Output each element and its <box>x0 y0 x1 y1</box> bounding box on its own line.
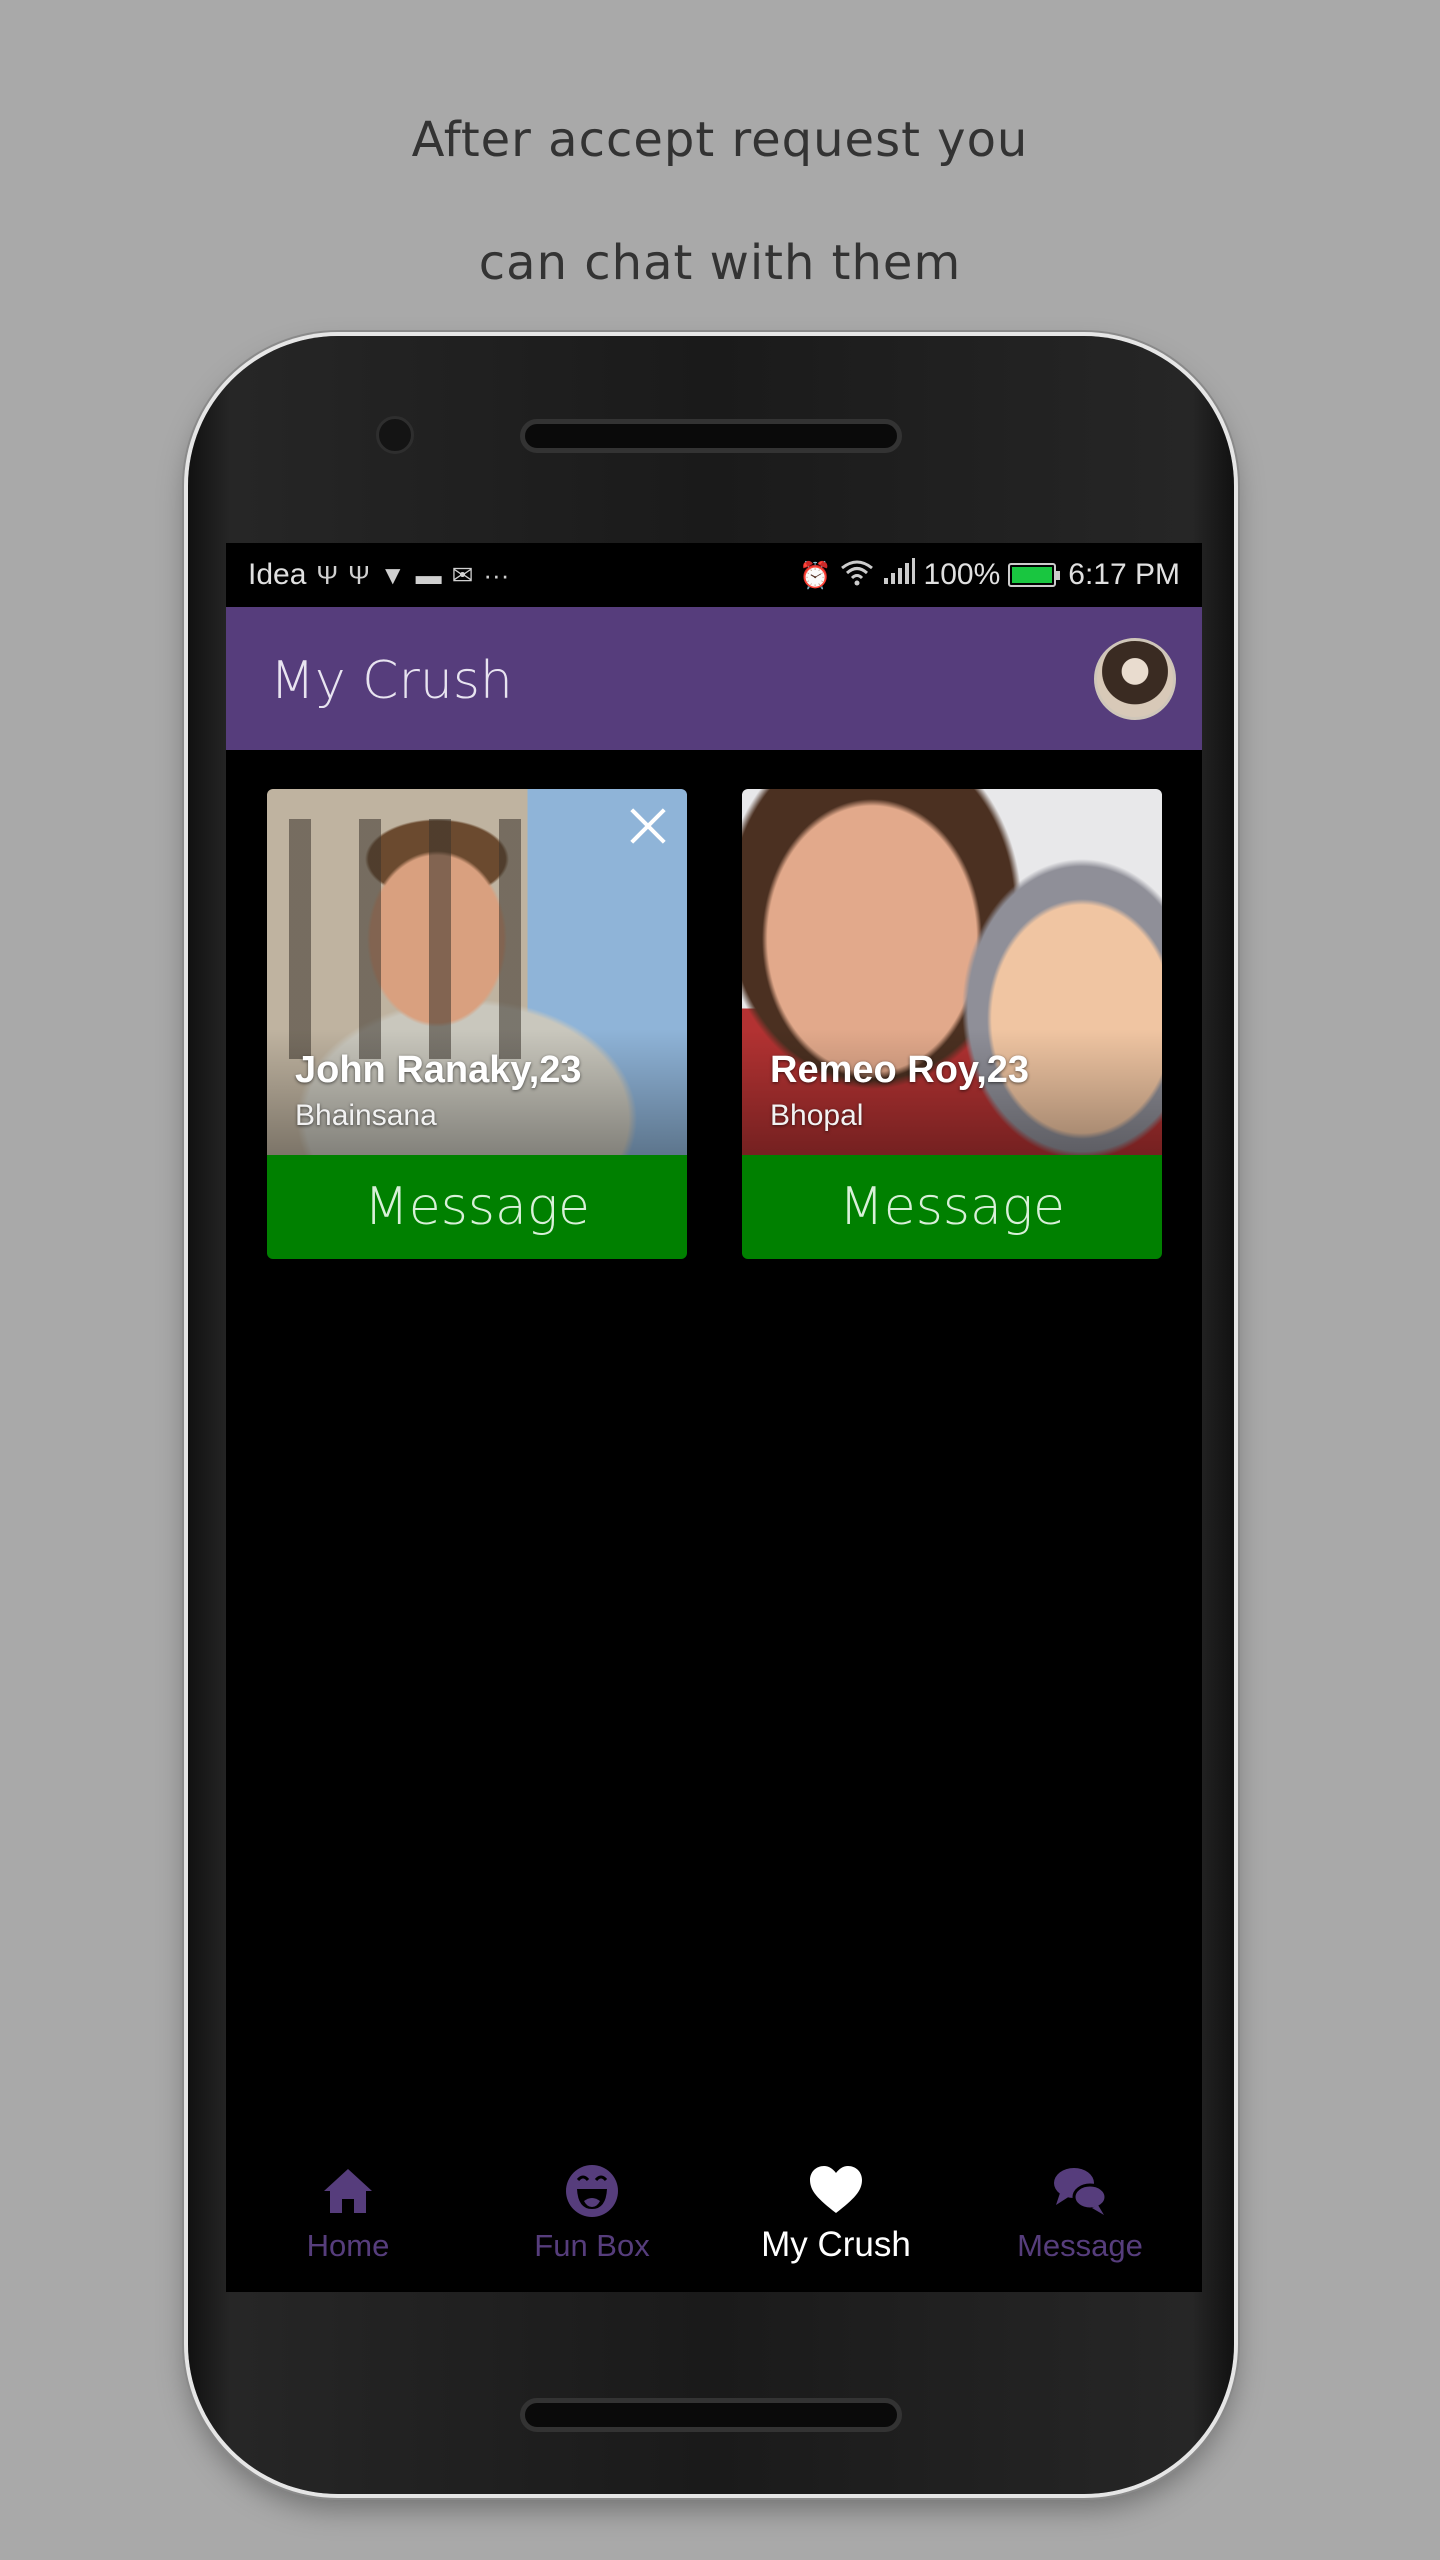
carrier-label: Idea <box>248 558 307 591</box>
nav-item-fun-box[interactable]: Fun Box <box>470 2143 714 2292</box>
nav-label-fun-box: Fun Box <box>534 2228 650 2263</box>
nav-label-my-crush: My Crush <box>761 2225 911 2264</box>
clock: 6:17 PM <box>1068 558 1180 591</box>
nav-item-home[interactable]: Home <box>226 2143 470 2292</box>
crush-name: John Ranaky,23 <box>295 1049 582 1091</box>
bottom-navigation: Home Fun Box My Crush Message <box>226 2143 1202 2292</box>
crush-card[interactable]: Remeo Roy,23 Bhopal Message <box>742 789 1162 1259</box>
heart-icon <box>810 2166 862 2213</box>
close-icon[interactable] <box>623 801 673 851</box>
phone-screen: Idea Ψ Ψ ▼ ▬ ✉ ··· ⏰ 100% 6:17 PM My Cru… <box>226 543 1202 2292</box>
promo-line-1: After accept request you <box>411 112 1029 168</box>
message-button[interactable]: Message <box>742 1155 1162 1259</box>
nav-label-message: Message <box>1017 2228 1143 2263</box>
crush-city: Bhopal <box>770 1099 864 1132</box>
battery-icon <box>1008 563 1061 587</box>
home-icon <box>324 2169 372 2213</box>
app-bar: My Crush <box>226 607 1202 750</box>
crush-name: Remeo Roy,23 <box>770 1049 1030 1091</box>
status-bar: Idea Ψ Ψ ▼ ▬ ✉ ··· ⏰ 100% 6:17 PM <box>226 543 1202 607</box>
message-button[interactable]: Message <box>267 1155 687 1259</box>
signal-icon <box>882 558 916 592</box>
crush-card[interactable]: John Ranaky,23 Bhainsana Message <box>267 789 687 1259</box>
photo-overlay <box>742 1029 1162 1155</box>
photo-overlay <box>267 1029 687 1155</box>
page-title: My Crush <box>270 651 513 711</box>
battery-percent: 100% <box>923 558 1001 591</box>
crush-city: Bhainsana <box>295 1099 437 1132</box>
wifi-icon <box>840 558 874 592</box>
usb-icon: Ψ <box>348 560 370 590</box>
overflow-dots-icon: ··· <box>483 560 510 590</box>
alarm-icon: ⏰ <box>799 560 832 590</box>
top-speaker <box>520 419 902 453</box>
profile-avatar[interactable] <box>1094 638 1176 720</box>
bottom-speaker <box>520 2398 902 2432</box>
promo-line-2: can chat with them <box>478 235 962 291</box>
smiley-icon <box>566 2165 618 2217</box>
nav-label-home: Home <box>306 2228 390 2263</box>
usb-icon: Ψ <box>316 560 339 590</box>
nav-item-my-crush[interactable]: My Crush <box>714 2143 958 2292</box>
nav-item-message[interactable]: Message <box>958 2143 1202 2292</box>
download-icon: ▼ <box>379 560 406 590</box>
chat-bubbles-icon <box>1054 2168 1108 2215</box>
paytm-icon: ▬ <box>415 560 442 590</box>
gmail-icon: ✉ <box>451 560 474 590</box>
front-camera <box>376 416 414 454</box>
